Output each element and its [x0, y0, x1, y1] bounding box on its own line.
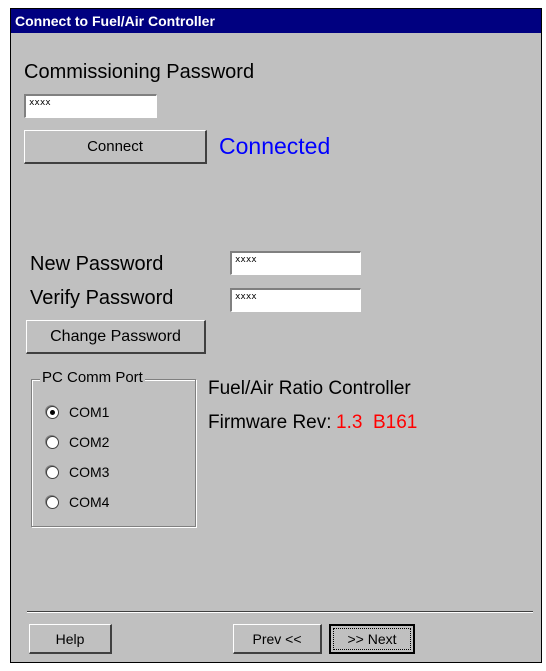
- firmware-rev-value: 1.3 B161: [336, 412, 418, 433]
- verify-password-input[interactable]: xxxx: [230, 288, 361, 312]
- radio-label: COM3: [69, 464, 110, 480]
- connection-status: Connected: [219, 133, 331, 159]
- radio-selected-icon: [46, 405, 59, 419]
- next-button[interactable]: >> Next: [329, 624, 415, 654]
- comm-port-group: PC Comm Port COM1 COM2 COM3 COM4: [31, 369, 196, 527]
- help-button[interactable]: Help: [29, 624, 112, 654]
- radio-unselected-icon: [46, 495, 59, 509]
- radio-com2[interactable]: COM2: [46, 434, 109, 450]
- commissioning-password-label: Commissioning Password: [24, 61, 255, 83]
- radio-label: COM2: [69, 434, 110, 450]
- radio-label: COM1: [69, 404, 110, 420]
- radio-com3[interactable]: COM3: [46, 464, 109, 480]
- window-title: Connect to Fuel/Air Controller: [11, 9, 541, 33]
- new-password-input[interactable]: xxxx: [230, 251, 361, 275]
- change-password-button[interactable]: Change Password: [26, 320, 206, 354]
- connect-button[interactable]: Connect: [24, 130, 207, 164]
- commissioning-password-input[interactable]: xxxx: [24, 94, 157, 118]
- new-password-label: New Password: [30, 253, 164, 275]
- radio-unselected-icon: [46, 465, 59, 479]
- comm-port-legend: PC Comm Port: [40, 369, 145, 386]
- verify-password-label: Verify Password: [30, 287, 174, 309]
- radio-com4[interactable]: COM4: [46, 494, 109, 510]
- radio-com1[interactable]: COM1: [46, 404, 109, 420]
- dialog-window: Connect to Fuel/Air Controller Commissio…: [10, 8, 542, 663]
- radio-unselected-icon: [46, 435, 59, 449]
- footer-divider: [27, 611, 533, 613]
- firmware-rev-label: Firmware Rev:: [208, 412, 332, 433]
- device-name: Fuel/Air Ratio Controller: [208, 378, 411, 399]
- prev-button[interactable]: Prev <<: [233, 624, 322, 654]
- radio-label: COM4: [69, 494, 110, 510]
